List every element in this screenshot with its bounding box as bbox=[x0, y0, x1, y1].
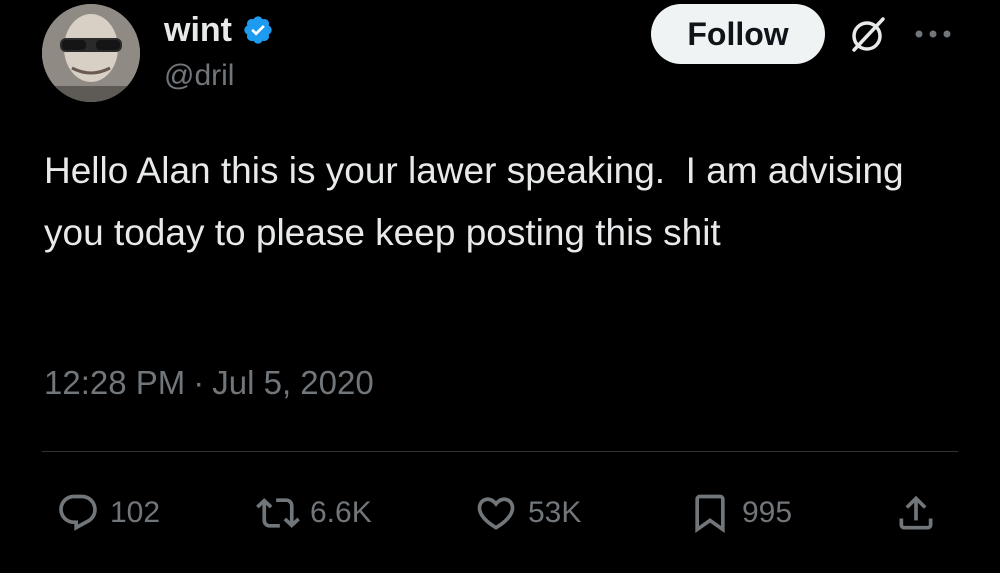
tweet-timestamp[interactable]: 12:28 PM · Jul 5, 2020 bbox=[44, 360, 374, 406]
share-button[interactable] bbox=[894, 488, 938, 538]
reply-icon bbox=[59, 494, 97, 531]
verified-badge-icon[interactable] bbox=[242, 14, 274, 46]
like-icon bbox=[477, 497, 515, 530]
tweet-date: Jul 5, 2020 bbox=[212, 364, 374, 401]
reply-button[interactable]: 102 bbox=[56, 488, 160, 538]
like-button[interactable]: 53K bbox=[474, 488, 581, 538]
author-row: wint bbox=[164, 8, 274, 52]
display-name[interactable]: wint bbox=[164, 8, 232, 52]
repost-count: 6.6K bbox=[310, 496, 372, 529]
share-icon bbox=[899, 495, 933, 530]
repost-icon bbox=[256, 498, 300, 528]
grok-icon[interactable] bbox=[846, 14, 888, 56]
repost-button[interactable]: 6.6K bbox=[256, 488, 372, 538]
author-handle[interactable]: @dril bbox=[164, 56, 234, 96]
avatar-image bbox=[42, 4, 140, 102]
reply-count: 102 bbox=[110, 496, 161, 529]
more-icon[interactable] bbox=[912, 22, 954, 46]
divider bbox=[42, 451, 958, 452]
like-count: 53K bbox=[528, 496, 582, 529]
tweet-time: 12:28 PM bbox=[44, 364, 186, 401]
bookmark-count: 995 bbox=[742, 496, 793, 529]
avatar[interactable] bbox=[42, 4, 140, 102]
bookmark-button[interactable]: 995 bbox=[688, 488, 792, 538]
bookmark-icon bbox=[695, 494, 725, 534]
timestamp-separator: · bbox=[193, 364, 205, 401]
tweet-text: Hello Alan this is your lawer speaking. … bbox=[44, 150, 914, 253]
follow-button[interactable]: Follow bbox=[651, 4, 825, 64]
